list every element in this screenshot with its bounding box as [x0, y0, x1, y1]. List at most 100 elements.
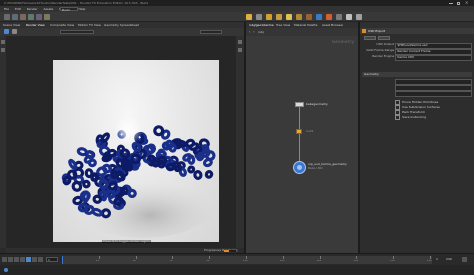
desktop-selector[interactable]: Build — [60, 7, 78, 11]
check-row-3: Pack Transform — [360, 110, 474, 115]
camera-icon[interactable] — [256, 14, 262, 20]
play-reverse-icon[interactable] — [14, 257, 19, 262]
karma-icon — [297, 165, 302, 170]
step-back-icon[interactable] — [8, 257, 13, 262]
timeline-tick-label: 192 — [353, 260, 359, 262]
param-field-engine[interactable]: Karma CPU — [395, 55, 472, 61]
current-frame-field[interactable]: 1 — [46, 257, 58, 262]
create-icon[interactable] — [4, 14, 10, 20]
viewport-right-tools — [236, 36, 244, 248]
ring-shape — [87, 158, 97, 168]
check-row-1: Prune Hidden Primitives — [360, 100, 474, 105]
tab-render-view[interactable]: Render View — [26, 24, 45, 27]
tab-asset-browser[interactable]: Asset Browser — [322, 24, 343, 27]
crowd-icon[interactable] — [336, 14, 342, 20]
param-field-c[interactable] — [395, 91, 472, 97]
network-path-label[interactable]: /obj — [258, 31, 264, 34]
node-karma-sub: Bake USD — [308, 167, 323, 170]
light-icon[interactable] — [246, 14, 252, 20]
param-label-output: USD Output — [376, 43, 395, 46]
current-frame-value: 1 — [48, 259, 50, 262]
render-start-icon[interactable] — [4, 29, 9, 34]
param-label-frame-range: Valid Frame Range — [366, 49, 395, 52]
ring-shape — [202, 158, 213, 168]
tab-motion-fx[interactable]: Motion FX View — [78, 24, 101, 27]
stop-icon[interactable] — [12, 29, 17, 34]
back-icon[interactable]: ‹ — [249, 30, 251, 34]
menu-help[interactable]: Help — [79, 8, 86, 11]
network-context-label: Geometry — [331, 40, 354, 44]
timeline-tick-label: 216 — [390, 260, 395, 262]
select-tool-icon[interactable] — [1, 40, 5, 44]
checkbox-instancing[interactable] — [395, 115, 401, 120]
tab-tree-view[interactable]: Tree View — [276, 24, 290, 27]
timeline-track[interactable]: 24 48 72 96 120 144 168 192 216 240 — [62, 256, 432, 264]
param-header-title: USD Export — [368, 29, 386, 33]
network-editor[interactable]: Geometry bakegeometry null1 rop_usd_karm… — [246, 36, 358, 253]
goto-end-icon[interactable] — [38, 257, 43, 262]
rendered-rings-graphic — [61, 125, 218, 238]
sky-light-icon[interactable] — [286, 14, 292, 20]
pyro-icon[interactable] — [326, 14, 332, 20]
tab-material-palette[interactable]: Material Palette — [294, 24, 318, 27]
step-forward-icon[interactable] — [32, 257, 37, 262]
check-row-4: Save Instancing — [360, 115, 474, 120]
menu-assets[interactable]: Assets — [43, 8, 53, 11]
param-section-title: Geometry — [364, 73, 379, 76]
forward-icon[interactable]: › — [253, 30, 255, 34]
display-options-icon[interactable] — [238, 40, 242, 44]
tab-network-path[interactable]: /obj/geo1/karma — [249, 24, 274, 27]
env-light-icon[interactable] — [296, 14, 302, 20]
render-viewport[interactable]: Press Q to toggle render region — [6, 36, 236, 248]
param-field-row-c — [360, 91, 474, 97]
goto-start-icon[interactable] — [2, 257, 7, 262]
maximize-icon[interactable] — [457, 1, 460, 5]
node-bakegeometry[interactable] — [295, 102, 304, 107]
fluid-icon[interactable] — [316, 14, 322, 20]
menu-render[interactable]: Render — [27, 8, 38, 11]
tab-composite-view[interactable]: Composite View — [50, 24, 74, 27]
tab-scene-view[interactable]: Scene View — [3, 24, 20, 27]
param-section-header[interactable]: Geometry — [362, 72, 472, 77]
play-icon[interactable] — [26, 257, 31, 262]
node-bakegeometry-label: bakegeometry — [306, 103, 328, 106]
start-frame[interactable]: 1 — [436, 258, 438, 261]
window-controls[interactable]: ✕ — [447, 1, 471, 5]
timeline-ticks: 24 48 72 96 120 144 168 192 216 240 — [62, 256, 432, 264]
end-frame[interactable]: 240 — [446, 258, 452, 261]
renderer-dropdown[interactable] — [200, 29, 222, 34]
param-row-output: USD Output $HIP/usd/karma.usd — [360, 43, 474, 49]
node-karma-rop[interactable] — [293, 161, 306, 174]
param-rows: USD Output $HIP/usd/karma.usd Valid Fram… — [360, 43, 474, 83]
stop-playback-icon[interactable] — [20, 257, 25, 262]
close-icon[interactable]: ✕ — [465, 1, 468, 5]
key-icon[interactable] — [462, 257, 467, 262]
node-null1-label: null1 — [306, 130, 314, 133]
timeline-tick-label: 24 — [95, 260, 99, 262]
move-tool-icon[interactable] — [1, 48, 5, 52]
timeline-tick-label: 48 — [132, 260, 136, 262]
camera-dropdown[interactable] — [60, 29, 94, 34]
minimize-icon[interactable] — [449, 3, 453, 4]
snapshot-icon[interactable] — [238, 48, 242, 52]
menu-edit[interactable]: Edit — [15, 8, 21, 11]
ipr-icon[interactable] — [356, 14, 362, 20]
texture-icon[interactable] — [36, 14, 42, 20]
render-controls-button[interactable] — [378, 35, 390, 40]
polygon-icon[interactable] — [20, 14, 26, 20]
render-to-disk-button[interactable] — [364, 35, 376, 40]
window-title: C:/HOUDINI/Homework/Houdini/RenderTests/… — [4, 1, 149, 5]
area-light-icon[interactable] — [276, 14, 282, 20]
menu-file[interactable]: File — [4, 8, 9, 11]
render-icon[interactable] — [346, 14, 352, 20]
tab-geometry-spreadsheet[interactable]: Geometry Spreadsheet — [104, 24, 139, 27]
check-label-1: Prune Hidden Primitives — [402, 100, 439, 104]
modify-icon[interactable] — [12, 14, 18, 20]
particle-icon[interactable] — [306, 14, 312, 20]
deform-icon[interactable] — [28, 14, 34, 20]
parameter-pane: USD Export USD Output $HIP/usd/karma.usd… — [360, 22, 474, 253]
progress-track — [224, 249, 236, 252]
spot-light-icon[interactable] — [266, 14, 272, 20]
node-karma-label: rop_usd_karma_geometry — [308, 163, 347, 166]
rigging-icon[interactable] — [44, 14, 50, 20]
